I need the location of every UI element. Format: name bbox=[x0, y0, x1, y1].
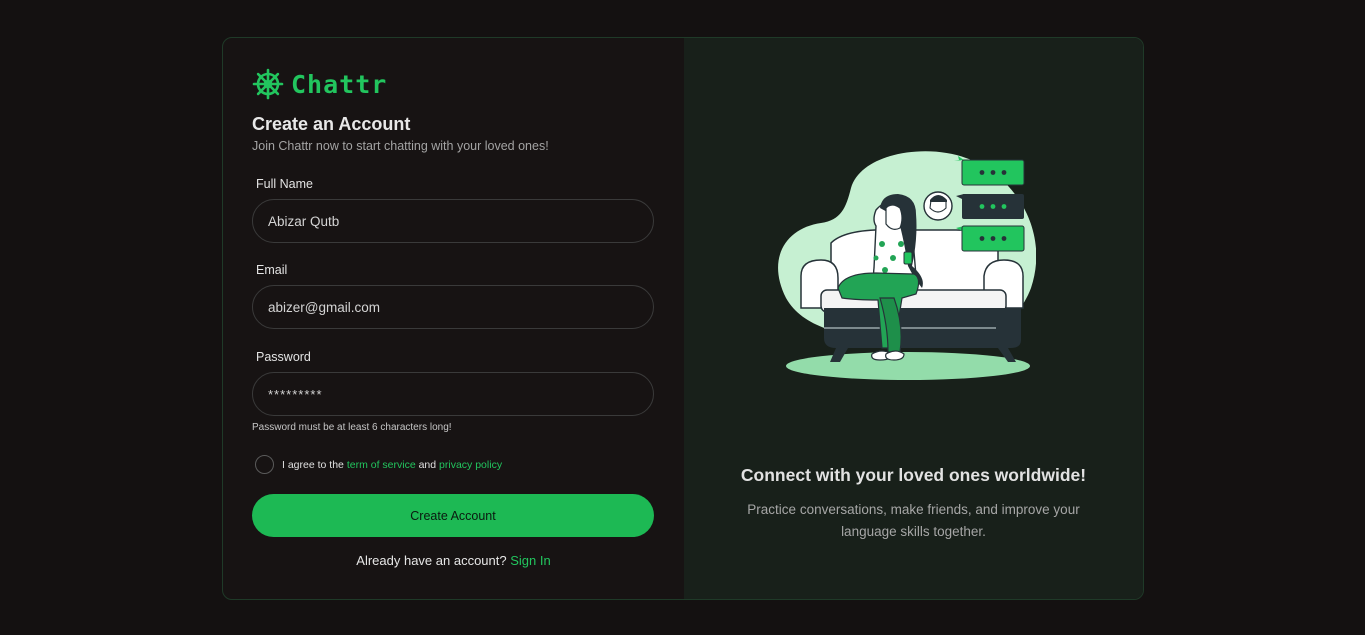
promo-title: Connect with your loved ones worldwide! bbox=[740, 465, 1087, 485]
full-name-input[interactable]: Abizar Qutb bbox=[252, 199, 654, 243]
terms-agreement: I agree to the term of service and priva… bbox=[255, 455, 655, 474]
promo-panel: Connect with your loved ones worldwide! … bbox=[684, 38, 1143, 599]
brand-name: Chattr bbox=[291, 69, 388, 99]
password-input[interactable]: ********* bbox=[252, 372, 654, 416]
terms-checkbox[interactable] bbox=[255, 455, 274, 474]
terms-and: and bbox=[418, 458, 437, 471]
signin-link[interactable]: Sign In bbox=[510, 553, 550, 568]
password-hint: Password must be at least 6 characters l… bbox=[252, 422, 452, 433]
brand-logo: Chattr bbox=[252, 68, 655, 100]
signin-prompt: Already have an account? Sign In bbox=[252, 553, 655, 568]
woman-on-couch-chatting-illustration bbox=[778, 151, 1036, 380]
promo-subtitle: Practice conversations, make friends, an… bbox=[747, 502, 1080, 539]
signup-card: Chattr Create an Account Join Chattr now… bbox=[222, 37, 1144, 600]
page-title: Create an Account bbox=[252, 114, 411, 134]
terms-of-service-link[interactable]: term of service bbox=[347, 459, 416, 471]
signin-prompt-text: Already have an account? bbox=[356, 553, 507, 568]
ship-wheel-icon bbox=[252, 68, 284, 100]
create-account-button[interactable]: Create Account bbox=[252, 494, 654, 537]
full-name-label: Full Name bbox=[256, 177, 313, 191]
password-label: Password bbox=[256, 350, 311, 364]
terms-prefix: I agree to the bbox=[282, 458, 344, 471]
email-label: Email bbox=[256, 263, 288, 277]
email-input[interactable]: abizer@gmail.com bbox=[252, 285, 654, 329]
privacy-policy-link[interactable]: privacy policy bbox=[439, 459, 502, 471]
signup-form-panel: Chattr Create an Account Join Chattr now… bbox=[223, 38, 684, 599]
page-subtitle: Join Chattr now to start chatting with y… bbox=[252, 139, 549, 153]
